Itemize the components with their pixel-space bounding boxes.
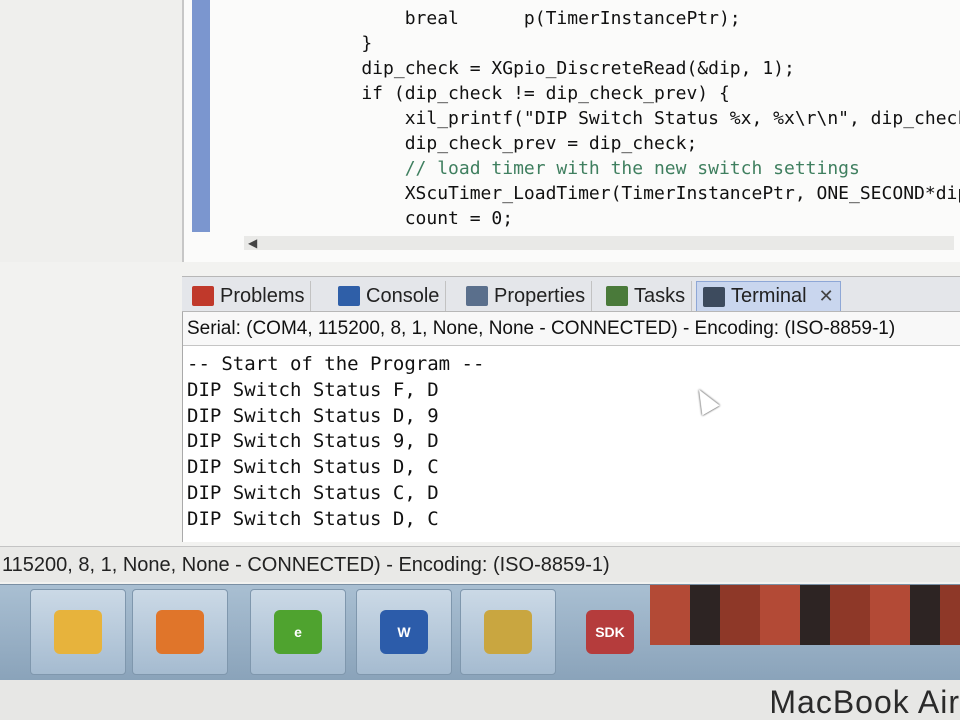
taskbar-app-button[interactable]: W bbox=[356, 589, 452, 675]
tab-label: Problems bbox=[220, 284, 305, 307]
code-line[interactable]: if (dip_check != dip_check_prev) { bbox=[318, 81, 960, 106]
code-editor[interactable]: breal p(TimerInstancePtr); } dip_check =… bbox=[182, 0, 960, 262]
taskbar-app-button[interactable] bbox=[30, 589, 126, 675]
code-line[interactable]: // load timer with the new switch settin… bbox=[318, 156, 960, 181]
taskbar-preview bbox=[650, 585, 960, 645]
tab-label: Console bbox=[366, 284, 440, 307]
view-tab-bar: Problems Console Properties Tasks Termin… bbox=[182, 276, 960, 312]
code-text[interactable]: breal p(TimerInstancePtr); } dip_check =… bbox=[318, 6, 960, 231]
sdk-icon: SDK bbox=[586, 610, 634, 654]
code-line[interactable]: breal p(TimerInstancePtr); bbox=[318, 6, 960, 31]
terminal-line: -- Start of the Program -- bbox=[187, 353, 485, 375]
properties-icon bbox=[466, 286, 488, 306]
code-line[interactable]: } bbox=[318, 31, 960, 56]
console-icon bbox=[338, 286, 360, 306]
code-line[interactable]: XScuTimer_LoadTimer(TimerInstancePtr, ON… bbox=[318, 181, 960, 206]
left-panel bbox=[0, 0, 182, 262]
horizontal-scrollbar[interactable] bbox=[244, 236, 954, 250]
taskbar-app-button[interactable] bbox=[460, 589, 556, 675]
media-player-icon bbox=[156, 610, 204, 654]
word-icon: W bbox=[380, 610, 428, 654]
tab-label: Tasks bbox=[634, 284, 686, 307]
terminal-line: DIP Switch Status D, C bbox=[187, 507, 439, 530]
serial-connection-status: Serial: (COM4, 115200, 8, 1, None, None … bbox=[183, 312, 960, 346]
ie-browser-icon: e bbox=[274, 610, 322, 654]
tab-properties[interactable]: Properties bbox=[460, 281, 593, 311]
terminal-panel[interactable]: Serial: (COM4, 115200, 8, 1, None, None … bbox=[182, 312, 960, 542]
terminal-output[interactable]: -- Start of the Program -- DIP Switch Sta… bbox=[183, 346, 960, 533]
code-line[interactable]: xil_printf("DIP Switch Status %x, %x\r\n… bbox=[318, 106, 960, 131]
terminal-line: DIP Switch Status D, 9 bbox=[187, 404, 439, 427]
tab-console[interactable]: Console bbox=[332, 281, 447, 311]
taskbar: e W SDK bbox=[0, 584, 960, 680]
tab-problems[interactable]: Problems bbox=[186, 281, 312, 311]
tab-label: Terminal bbox=[731, 285, 807, 307]
screen: breal p(TimerInstancePtr); } dip_check =… bbox=[0, 0, 960, 680]
terminal-line: DIP Switch Status F, D bbox=[187, 378, 439, 401]
code-line[interactable]: dip_check_prev = dip_check; bbox=[318, 131, 960, 156]
scroll-left-arrow-icon[interactable]: ◀ bbox=[248, 236, 257, 250]
file-explorer-icon bbox=[54, 610, 102, 654]
taskbar-app-button[interactable]: SDK bbox=[562, 589, 658, 675]
editor-gutter bbox=[192, 0, 210, 232]
problems-icon bbox=[192, 286, 214, 306]
terminal-icon bbox=[703, 286, 725, 307]
terminal-line: DIP Switch Status D, C bbox=[187, 456, 439, 479]
vivado-icon bbox=[484, 610, 532, 654]
code-line[interactable]: dip_check = XGpio_DiscreteRead(&dip, 1); bbox=[318, 56, 960, 81]
code-line[interactable]: count = 0; bbox=[318, 206, 960, 231]
terminal-line: DIP Switch Status 9, D bbox=[187, 430, 439, 453]
tab-tasks[interactable]: Tasks bbox=[600, 281, 693, 311]
tasks-icon bbox=[606, 286, 628, 306]
taskbar-app-button[interactable]: e bbox=[250, 589, 346, 675]
taskbar-app-button[interactable] bbox=[132, 589, 228, 675]
tab-label: Properties bbox=[494, 284, 586, 307]
tab-terminal[interactable]: Terminal ✕ bbox=[696, 281, 841, 311]
close-icon[interactable]: ✕ bbox=[819, 286, 834, 307]
status-bar: 115200, 8, 1, None, None - CONNECTED) - … bbox=[0, 546, 960, 582]
brand-label: MacBook Air bbox=[769, 684, 960, 720]
terminal-line: DIP Switch Status C, D bbox=[187, 481, 439, 504]
